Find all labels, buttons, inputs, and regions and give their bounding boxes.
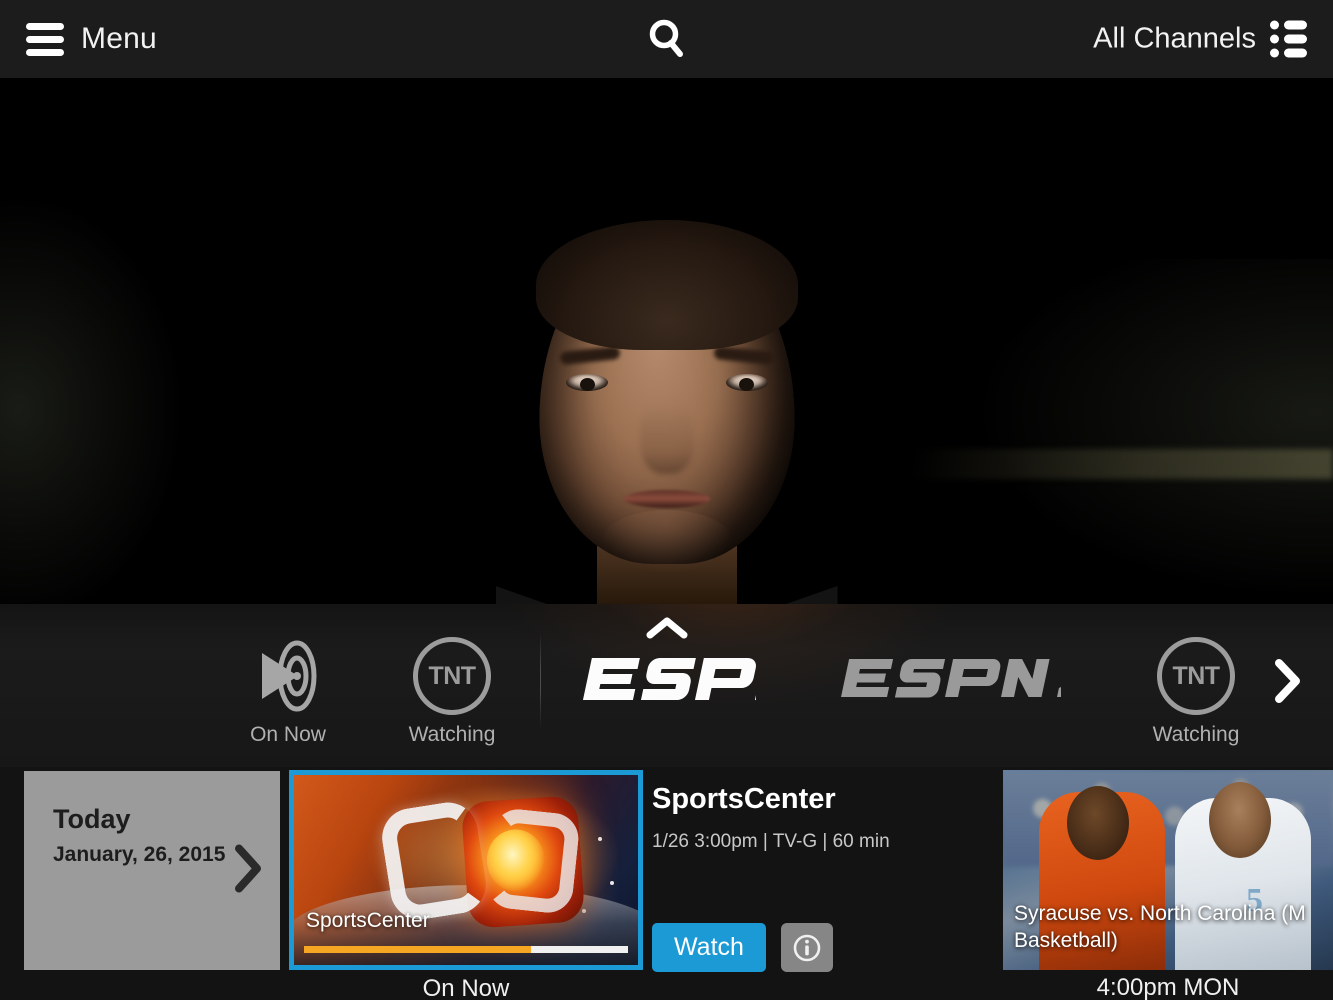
channel-status: Watching [1152, 723, 1240, 746]
top-bar: Menu All Channels [0, 0, 1333, 79]
tnt-logo-icon: TNT [1157, 637, 1235, 715]
channel-strip: On Now TNT Watching TNT Watching [0, 604, 1333, 767]
info-circle-icon [793, 934, 821, 961]
channel-strip-next-button[interactable] [1265, 654, 1309, 708]
date-value-label: January, 26, 2015 [53, 843, 226, 866]
espn-logo-icon [580, 638, 756, 714]
date-today-label: Today [53, 804, 131, 834]
channel-status: On Now [250, 723, 326, 746]
menu-button[interactable]: Menu [26, 22, 157, 56]
video-light-streak [913, 449, 1333, 479]
tnt-logo-text: TNT [1172, 661, 1220, 690]
channel-item-on-now[interactable]: On Now [228, 638, 348, 747]
search-button[interactable] [639, 11, 695, 67]
menu-label: Menu [81, 22, 157, 55]
program-info-button[interactable] [780, 923, 833, 972]
chevron-up-icon [646, 617, 687, 639]
program-detail-bar: Today January, 26, 2015 SportsCenter On … [0, 767, 1333, 1000]
program-progress-bar [304, 946, 628, 953]
hamburger-icon [26, 22, 64, 56]
tv-guide-app: Menu All Channels On Now TNT Watching TN… [0, 0, 1333, 1000]
next-program-time: 4:00pm MON [1096, 974, 1240, 1000]
current-program-thumbnail[interactable]: SportsCenter [289, 770, 643, 970]
channel-item-tnt-2[interactable]: TNT Watching [1136, 637, 1256, 747]
broadcast-icon [250, 638, 326, 714]
current-program-status: On Now [422, 975, 510, 1000]
next-program-thumbnail[interactable]: 5 Syracuse vs. North Carolina (M Basketb… [1003, 770, 1333, 970]
watch-button[interactable]: Watch [652, 923, 766, 972]
video-subject [495, 220, 838, 604]
chevron-right-icon [235, 844, 261, 892]
channel-item-tnt-1[interactable]: TNT Watching [392, 637, 512, 747]
sportscenter-artwork [294, 775, 638, 965]
channel-divider [540, 632, 541, 728]
chevron-right-icon [1275, 659, 1300, 703]
all-channels-label: All Channels [1093, 22, 1256, 55]
next-program-caption: Syracuse vs. North Carolina (M Basketbal… [1014, 902, 1306, 952]
program-action-row: Watch [652, 923, 833, 972]
video-glow-left [0, 199, 180, 604]
tnt-logo-icon: TNT [413, 637, 491, 715]
espn2-logo-icon [839, 638, 1061, 714]
program-meta: 1/26 3:00pm | TV-G | 60 min [652, 831, 890, 852]
program-title: SportsCenter [652, 783, 836, 815]
collapse-guide-button[interactable] [635, 610, 699, 646]
channel-item-espn[interactable] [578, 638, 758, 714]
tnt-logo-text: TNT [428, 661, 476, 690]
thumbnail-caption: SportsCenter [306, 909, 430, 932]
search-icon [649, 19, 683, 57]
date-card[interactable]: Today January, 26, 2015 [24, 771, 280, 970]
list-icon [1270, 20, 1307, 58]
live-video-player[interactable] [0, 79, 1333, 604]
date-next-chevron[interactable] [230, 841, 266, 900]
channel-item-espn2[interactable] [839, 638, 1061, 714]
channel-status: Watching [408, 723, 496, 746]
all-channels-button[interactable]: All Channels [1093, 20, 1307, 58]
video-glow-right [973, 259, 1333, 599]
program-info-panel: SportsCenter 1/26 3:00pm | TV-G | 60 min… [652, 783, 982, 972]
